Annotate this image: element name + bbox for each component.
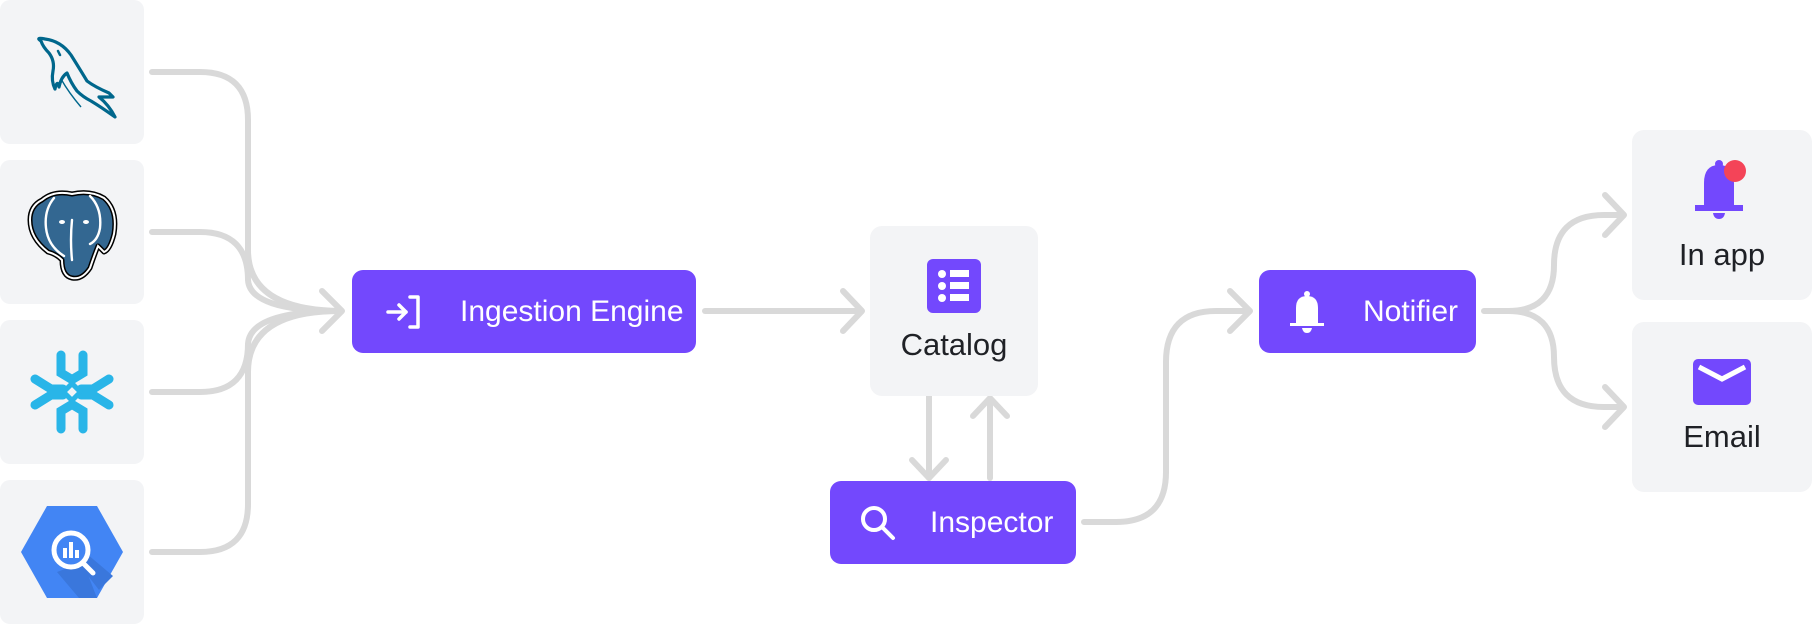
bell-notification-icon [1694, 157, 1750, 223]
search-icon [856, 501, 900, 545]
bigquery-icon [21, 506, 123, 598]
notifier-label: Notifier [1363, 294, 1459, 328]
edge-notifier-email [1505, 308, 1625, 410]
source-mysql[interactable] [0, 0, 144, 144]
mysql-dolphin-icon [37, 36, 117, 119]
sign-in-icon [382, 290, 426, 334]
inspector-label: Inspector [930, 505, 1054, 539]
email-label: Email [1683, 419, 1761, 454]
in-app-label: In app [1678, 237, 1766, 272]
postgresql-elephant-icon [27, 190, 118, 281]
bell-icon [1285, 290, 1329, 334]
edge-notifier-inapp [1481, 212, 1625, 314]
notifier-node[interactable]: Notifier [1259, 270, 1476, 353]
source-snowflake[interactable] [0, 320, 144, 464]
edge-inspector-notifier [1081, 308, 1251, 525]
catalog-node[interactable]: Catalog [870, 226, 1038, 396]
pipeline-diagram: Ingestion Engine Catalog Inspector Notif… [0, 0, 1812, 624]
envelope-icon [1693, 359, 1751, 405]
snowflake-icon [30, 350, 114, 434]
source-bigquery[interactable] [0, 480, 144, 624]
source-postgresql[interactable] [0, 160, 144, 304]
catalog-label: Catalog [900, 327, 1008, 362]
email-node[interactable]: Email [1632, 322, 1812, 492]
inspector-node[interactable]: Inspector [830, 481, 1076, 564]
in-app-node[interactable]: In app [1632, 130, 1812, 300]
list-icon [927, 259, 981, 313]
ingestion-engine-label: Ingestion Engine [460, 294, 684, 328]
ingestion-engine-node[interactable]: Ingestion Engine [352, 270, 696, 353]
